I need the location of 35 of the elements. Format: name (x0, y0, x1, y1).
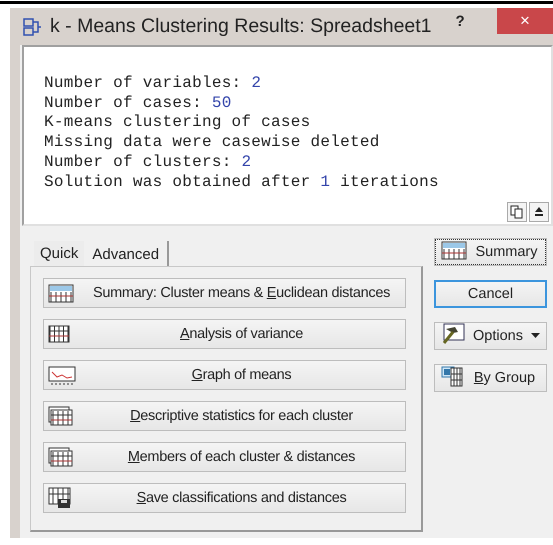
dropdown-arrow-icon (531, 333, 540, 339)
command-button[interactable]: Descriptive statistics for each cluster (43, 401, 406, 431)
table-icon (48, 487, 72, 509)
action-button[interactable]: By Group (434, 364, 547, 392)
table-icon (48, 284, 74, 302)
output-line: Number of clusters: 2 (44, 152, 252, 173)
table-icon (48, 325, 70, 343)
tab[interactable]: Quick (34, 241, 84, 266)
action-button[interactable]: Summary (434, 238, 547, 266)
action-button[interactable]: Options (434, 322, 547, 350)
window-title: k - Means Clustering Results: Spreadsheet1 (50, 15, 432, 38)
app-icon (22, 16, 42, 36)
command-button[interactable]: Save classifications and distances (43, 483, 406, 513)
table-icon (441, 240, 467, 260)
copy-icon (510, 205, 524, 219)
help-button[interactable]: ? (456, 13, 465, 30)
cancel-button[interactable]: Cancel (434, 280, 547, 308)
output-line: Number of cases: 50 (44, 94, 233, 114)
command-button[interactable]: Graph of means (43, 360, 406, 390)
chart-icon (48, 366, 76, 384)
table-icon (48, 406, 73, 426)
output-line: Solution was obtained after 1 iterations (44, 172, 440, 192)
output-line: Number of variables: 2 (44, 74, 262, 94)
output-line: Missing data were casewise deleted (44, 133, 381, 153)
collapse-button[interactable] (529, 202, 549, 222)
table-icon (441, 366, 463, 386)
command-button[interactable]: Analysis of variance (43, 319, 406, 349)
eject-icon (534, 206, 544, 218)
command-button[interactable]: Members of each cluster & distances (43, 442, 406, 472)
hammer-icon (441, 323, 465, 345)
table-icon (48, 447, 73, 467)
command-button[interactable]: Summary: Cluster means & Euclidean distances (43, 278, 406, 308)
output-line: K-means clustering of cases (44, 113, 312, 134)
close-button[interactable]: × (497, 8, 553, 34)
copy-button[interactable] (507, 202, 527, 222)
